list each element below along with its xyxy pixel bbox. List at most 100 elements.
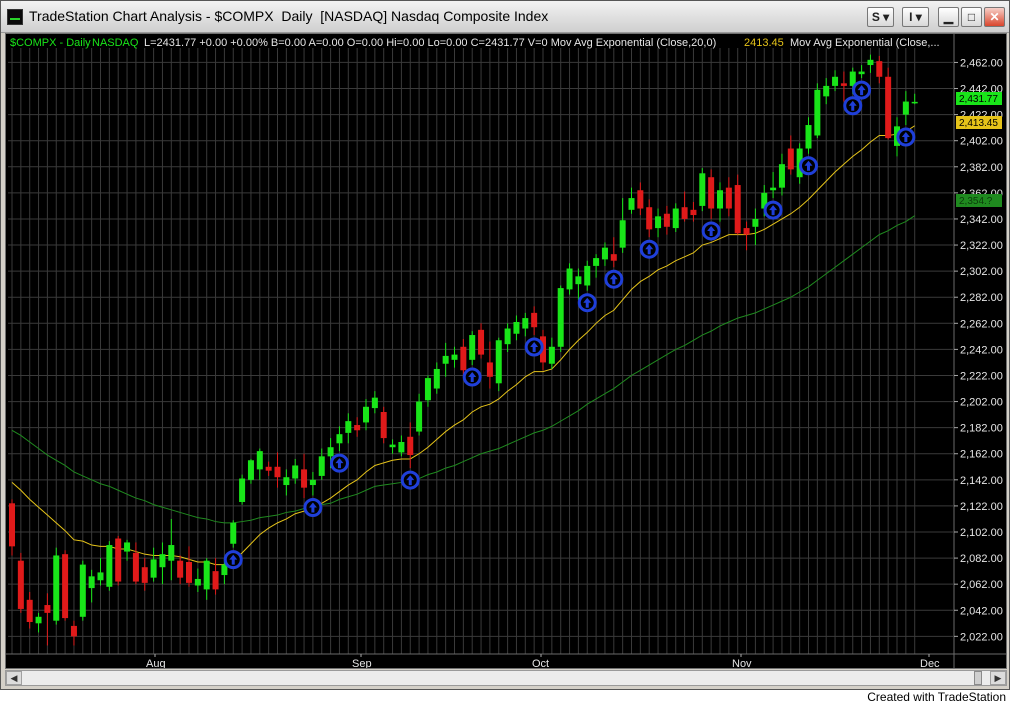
candle-up: [770, 187, 777, 191]
candle-up: [717, 190, 723, 209]
candle-down: [9, 503, 15, 547]
price-tick-label: 2,402.00: [960, 136, 1003, 148]
candle-down: [743, 228, 750, 235]
candle-down: [26, 599, 33, 622]
candle-down: [787, 148, 794, 170]
candle-down: [70, 625, 77, 637]
price-chart[interactable]: $COMPX - Daily NASDAQ L=2431.77 +0.00 +0…: [6, 34, 1006, 668]
last-price-badge: 2,431.77: [956, 92, 1002, 105]
candle-up: [628, 198, 635, 210]
candle-up: [451, 354, 458, 360]
minimize-button[interactable]: ▁: [938, 7, 959, 27]
candle-up: [424, 378, 431, 401]
svg-text:2,354.?: 2,354.?: [959, 196, 993, 207]
time-tick-label: Sep: [352, 658, 372, 668]
candle-down: [17, 560, 24, 609]
price-tick-label: 2,242.00: [960, 344, 1003, 356]
price-tick-label: 2,202.00: [960, 397, 1003, 409]
price-tick-label: 2,022.00: [960, 631, 1003, 643]
candle-up: [495, 340, 502, 384]
candle-up: [194, 578, 201, 586]
price-tick-label: 2,162.00: [960, 449, 1003, 461]
candle-down: [186, 562, 192, 583]
candle-up: [239, 478, 246, 502]
price-tick-label: 2,142.00: [960, 475, 1003, 487]
candle-up: [593, 258, 600, 266]
candle-up: [433, 368, 440, 389]
candle-up: [398, 442, 405, 453]
candle-down: [610, 254, 617, 261]
svg-text:2,413.45: 2,413.45: [959, 118, 998, 129]
candle-up: [363, 406, 369, 423]
price-tick-label: 2,062.00: [960, 579, 1003, 591]
candle-up: [575, 276, 582, 285]
candle-up: [256, 451, 263, 470]
candle-down: [301, 469, 308, 488]
candle-down: [274, 466, 281, 478]
time-tick-label: Aug: [146, 658, 166, 668]
candle-up: [79, 564, 86, 617]
time-tick-label: Nov: [732, 658, 752, 668]
s-menu-button[interactable]: S ▾: [867, 7, 894, 27]
maximize-button[interactable]: □: [961, 7, 982, 27]
scroll-left-arrow-icon[interactable]: ◀: [6, 671, 22, 685]
candle-down: [531, 312, 538, 328]
status-symbol: $COMPX - Daily: [10, 37, 91, 49]
candle-up: [88, 576, 95, 589]
price-tick-label: 2,342.00: [960, 214, 1003, 226]
candle-up: [911, 101, 918, 104]
scroll-thumb[interactable]: [974, 671, 982, 685]
price-tick-label: 2,082.00: [960, 553, 1003, 565]
price-tick-label: 2,102.00: [960, 527, 1003, 539]
candle-up: [655, 216, 662, 229]
ema50-price-badge: 2,354.?: [956, 194, 1002, 207]
candle-up: [522, 318, 529, 329]
candle-up: [778, 164, 785, 188]
candle-down: [885, 76, 892, 139]
candle-down: [646, 207, 653, 230]
price-axis: 2,022.00 2,042.00 2,062.00 2,082.00 2,102.00…: [954, 57, 1003, 643]
candle-up: [814, 89, 821, 136]
status-ema50-label: Mov Avg Exponential (Close,...: [790, 37, 940, 49]
price-tick-label: 2,122.00: [960, 501, 1003, 513]
candle-down: [460, 346, 467, 371]
status-exchange: NASDAQ: [92, 37, 139, 49]
time-axis: Aug Sep Oct Nov Dec: [146, 654, 940, 668]
price-tick-label: 2,262.00: [960, 318, 1003, 330]
time-tick-label: Oct: [532, 658, 549, 668]
price-tick-label: 2,182.00: [960, 423, 1003, 435]
title-bar[interactable]: TradeStation Chart Analysis - $COMPX Dai…: [1, 1, 1009, 33]
candle-down: [663, 213, 670, 227]
candle-up: [504, 328, 511, 345]
scroll-right-arrow-icon[interactable]: ▶: [990, 671, 1006, 685]
candle-up: [867, 59, 874, 66]
i-menu-button[interactable]: I ▾: [902, 7, 929, 27]
candle-up: [619, 220, 626, 248]
chart-area[interactable]: $COMPX - Daily NASDAQ L=2431.77 +0.00 +0…: [5, 33, 1007, 669]
candle-up: [469, 335, 476, 360]
candle-up: [805, 125, 812, 149]
candle-down: [265, 466, 272, 471]
candle-up: [97, 572, 104, 581]
candle-down: [177, 560, 184, 578]
candle-down: [44, 605, 51, 613]
price-tick-label: 2,382.00: [960, 162, 1003, 174]
candle-up: [699, 173, 706, 206]
candle-down: [690, 209, 697, 216]
candle-down: [840, 83, 847, 86]
candle-down: [637, 190, 644, 209]
price-tick-label: 2,462.00: [960, 57, 1003, 69]
candle-down: [132, 552, 139, 582]
candle-down: [681, 207, 688, 219]
candle-down: [141, 567, 148, 583]
candle-up: [345, 421, 352, 433]
window-title: TradeStation Chart Analysis - $COMPX Dai…: [29, 8, 549, 24]
close-button[interactable]: ✕: [984, 7, 1005, 27]
candle-up: [53, 555, 60, 621]
candle-up: [389, 444, 396, 448]
horizontal-scrollbar[interactable]: ◀ ▶: [5, 670, 1007, 686]
candle-up: [752, 218, 759, 227]
price-tick-label: 2,042.00: [960, 605, 1003, 617]
candle-up: [35, 616, 42, 624]
tradestation-app-icon: [7, 9, 23, 25]
